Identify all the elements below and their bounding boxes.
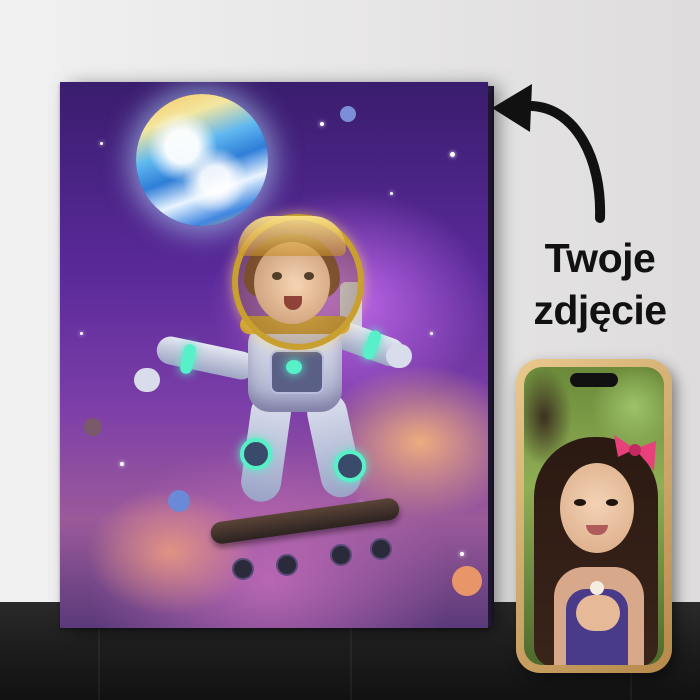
small-planet <box>452 566 482 596</box>
star <box>120 462 124 466</box>
star <box>430 332 433 335</box>
curved-arrow-left-icon <box>492 84 606 223</box>
planet <box>136 94 268 226</box>
skateboard <box>209 496 401 546</box>
wheel <box>370 538 392 560</box>
star <box>390 192 393 195</box>
left-knee-light <box>240 438 272 470</box>
star <box>450 152 455 157</box>
flower <box>590 581 604 595</box>
small-planet <box>168 490 190 512</box>
girl-hands <box>576 595 620 631</box>
eye <box>574 499 586 506</box>
dynamic-island <box>570 373 618 387</box>
wheel <box>330 544 352 566</box>
helmet-visor <box>238 216 346 256</box>
canvas-print-astronaut <box>60 82 488 628</box>
small-planet <box>84 418 102 436</box>
caption-line-2: zdjęcie <box>533 287 667 333</box>
caption-line-1: Twoje <box>544 235 656 281</box>
star <box>320 122 324 126</box>
right-glove <box>386 344 412 368</box>
right-knee-light <box>334 450 366 482</box>
star <box>80 332 83 335</box>
wheel <box>232 558 254 580</box>
small-planet <box>340 106 356 122</box>
caption-your-photo: Twoje zdjęcie <box>500 232 700 336</box>
chest-light <box>286 360 302 374</box>
star <box>100 142 103 145</box>
pink-bow-icon <box>614 435 656 471</box>
left-arm <box>154 333 258 383</box>
star <box>460 552 464 556</box>
left-glove <box>134 368 160 392</box>
eye <box>606 499 618 506</box>
phone-screen-photo <box>524 367 664 665</box>
wheel <box>276 554 298 576</box>
